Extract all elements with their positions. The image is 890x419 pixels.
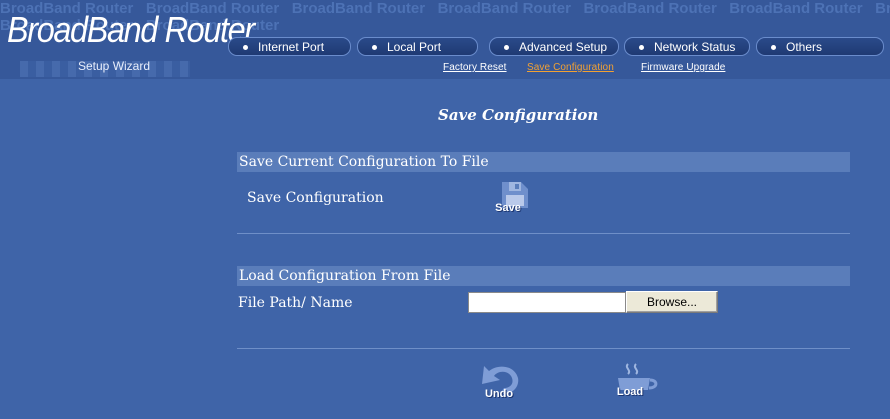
tab-label: Advanced Setup: [519, 40, 608, 54]
setup-wizard-link[interactable]: Setup Wizard: [78, 59, 150, 73]
file-path-label: File Path/ Name: [238, 295, 353, 311]
section-divider: [237, 348, 850, 349]
load-button[interactable]: Load: [610, 360, 662, 404]
tab-local-port[interactable]: Local Port: [357, 37, 478, 56]
header-bar: BroadBand Router BroadBand Router BroadB…: [0, 0, 890, 79]
tab-label: Local Port: [387, 40, 442, 54]
tab-others[interactable]: Others: [756, 37, 884, 56]
undo-caption: Undo: [484, 388, 514, 400]
tab-advanced-setup[interactable]: Advanced Setup: [489, 37, 619, 56]
subnav-save-configuration[interactable]: Save Configuration: [527, 62, 614, 73]
bullet-icon: [372, 44, 377, 50]
tab-internet-port[interactable]: Internet Port: [228, 37, 351, 56]
page-title: Save Configuration: [438, 106, 599, 124]
load-caption: Load: [616, 386, 644, 398]
brand-logo-title: BroadBand Router: [7, 9, 255, 50]
tab-label: Internet Port: [258, 40, 325, 54]
section-divider: [237, 233, 850, 234]
save-configuration-label: Save Configuration: [247, 190, 384, 206]
load-section-header: Load Configuration From File: [237, 266, 850, 286]
bullet-icon: [771, 44, 776, 50]
save-section-header: Save Current Configuration To File: [237, 152, 850, 172]
bullet-icon: [639, 44, 644, 50]
subnav-firmware-upgrade[interactable]: Firmware Upgrade: [641, 62, 725, 73]
tab-label: Network Status: [654, 40, 736, 54]
save-caption: Save: [495, 202, 521, 214]
undo-button[interactable]: Undo: [474, 362, 524, 404]
save-button[interactable]: Save: [487, 180, 529, 218]
bullet-icon: [504, 44, 509, 50]
browse-button[interactable]: Browse...: [626, 291, 718, 313]
tab-network-status[interactable]: Network Status: [624, 37, 750, 56]
bullet-icon: [243, 44, 248, 50]
file-path-input[interactable]: [468, 292, 626, 313]
tab-label: Others: [786, 40, 823, 54]
subnav-factory-reset[interactable]: Factory Reset: [443, 62, 507, 73]
